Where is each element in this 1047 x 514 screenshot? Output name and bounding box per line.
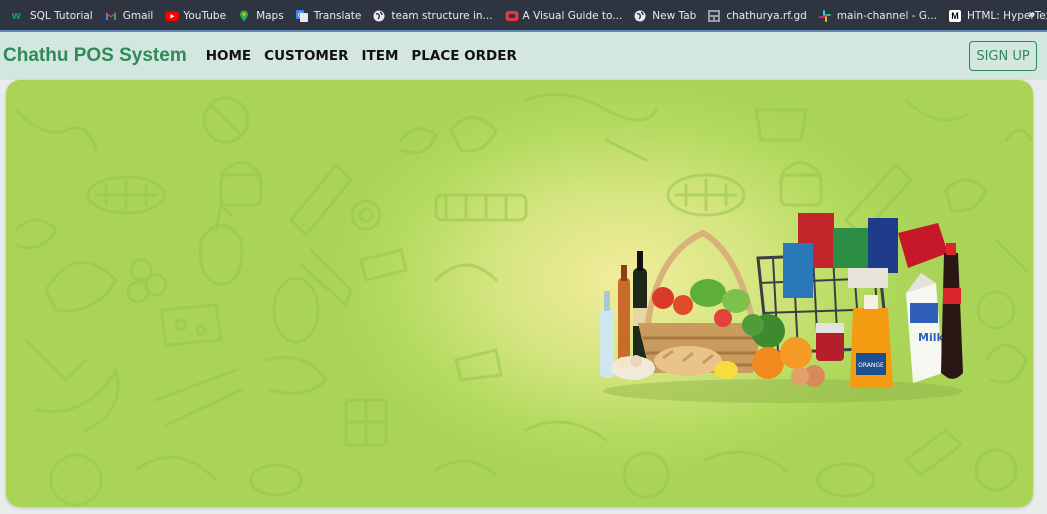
milk-label: Milk [918, 331, 944, 344]
bookmark-visual-guide[interactable]: A Visual Guide to... [499, 4, 629, 28]
nav-place-order[interactable]: PLACE ORDER [411, 48, 516, 64]
w3schools-icon: w [12, 10, 21, 22]
bookmarks-bar: w SQL Tutorial Gmail YouTube Maps G Tran… [0, 0, 1047, 32]
site-icon [708, 10, 721, 22]
bookmark-maps[interactable]: Maps [232, 4, 290, 28]
juice-label: ORANGE [858, 362, 884, 369]
grocery-basket-image: ORANGE Milk [600, 213, 963, 403]
globe-icon [373, 10, 385, 22]
nav-links: HOME CUSTOMER ITEM PLACE ORDER [206, 48, 530, 64]
bookmark-youtube[interactable]: YouTube [159, 4, 232, 28]
bookmark-new-tab[interactable]: New Tab [628, 4, 702, 28]
bookmark-gmail[interactable]: Gmail [99, 4, 160, 28]
bookmark-chathurya[interactable]: chathurya.rf.gd [702, 4, 813, 28]
brand-logo[interactable]: Chathu POS System [3, 45, 187, 67]
slack-icon [818, 10, 831, 22]
mdn-icon: M [949, 10, 962, 22]
svg-text:G: G [298, 12, 303, 19]
gmail-icon [105, 10, 117, 22]
nav-home[interactable]: HOME [206, 48, 251, 64]
bookmark-team-structure[interactable]: team structure in... [367, 4, 498, 28]
bookmark-translate[interactable]: G Translate [290, 4, 368, 28]
sign-up-button[interactable]: SIGN UP [969, 41, 1037, 71]
nav-customer[interactable]: CUSTOMER [264, 48, 348, 64]
bookmarks-overflow-icon[interactable]: » [1028, 7, 1035, 21]
translate-icon: G [295, 10, 308, 22]
nav-item[interactable]: ITEM [362, 48, 399, 64]
maps-icon [238, 10, 250, 22]
bookmark-main-channel[interactable]: main-channel - G... [813, 4, 943, 28]
hero-banner: ORANGE Milk [6, 80, 1033, 507]
globe-icon [634, 10, 646, 22]
youtube-icon [165, 10, 180, 22]
bookmark-sql-tutorial[interactable]: w SQL Tutorial [6, 4, 99, 28]
navbar: Chathu POS System HOME CUSTOMER ITEM PLA… [0, 32, 1047, 80]
oracle-icon [505, 10, 519, 22]
